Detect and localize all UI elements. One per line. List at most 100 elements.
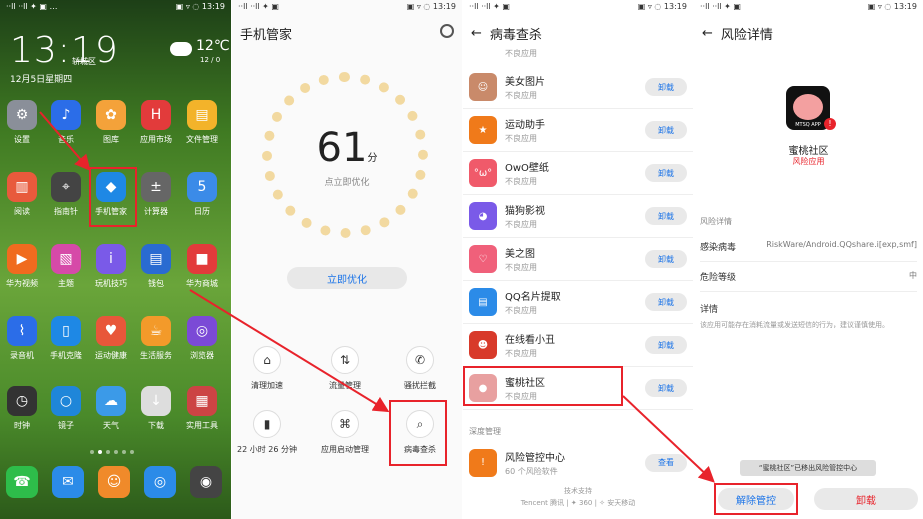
app-icon[interactable]: ○ 镜子 xyxy=(44,386,88,431)
app-icon[interactable]: H 应用市场 xyxy=(134,100,178,145)
app-glyph-icon: ▶ xyxy=(7,244,37,274)
dock-glyph-icon: ☺ xyxy=(98,466,130,498)
dock-app-icon[interactable]: ◉ xyxy=(184,466,228,498)
virus-app-row[interactable]: ▤ QQ名片提取 不良应用 卸载 xyxy=(463,281,693,324)
tool-item[interactable]: ▮ 22 小时 26 分钟 xyxy=(237,410,297,455)
app-label: 日历 xyxy=(194,207,210,216)
app-glyph-icon: ◷ xyxy=(7,386,37,416)
app-desc: 不良应用 xyxy=(505,306,537,315)
virus-value: RiskWare/Android.QQshare.i[exp,smf] xyxy=(766,240,917,249)
uninstall-button[interactable]: 卸载 xyxy=(645,207,687,225)
uninstall-button[interactable]: 卸载 xyxy=(645,293,687,311)
app-desc: 不良应用 xyxy=(505,263,537,272)
back-arrow-icon[interactable]: ← xyxy=(471,26,482,41)
virus-app-row[interactable]: ☻ 在线看小丑 不良应用 卸载 xyxy=(463,324,693,367)
app-icon[interactable]: ■ 华为商城 xyxy=(180,244,224,289)
app-icon[interactable]: ⚙ 设置 xyxy=(0,100,44,145)
detail-text: 该应用可能存在消耗流量或发送短信的行为，建议谨慎使用。 xyxy=(700,321,889,329)
dock-app-icon[interactable]: ☎ xyxy=(0,466,44,498)
clock-widget[interactable]: 13:19 xyxy=(10,30,119,71)
app-icon[interactable]: ± 计算器 xyxy=(134,172,178,217)
status-right: ▣ ▿ ◌ 13:19 xyxy=(406,2,456,11)
app-icon[interactable]: ☕ 生活服务 xyxy=(134,316,178,361)
tool-item[interactable]: ⇅ 流量管理 xyxy=(315,346,375,391)
app-icon[interactable]: ↓ 下载 xyxy=(134,386,178,431)
status-bar: ··ll ··ll ✦ ▣ … ▣ ▿ ◌ 13:19 xyxy=(0,0,231,14)
app-icon[interactable]: i 玩机技巧 xyxy=(89,244,133,289)
app-icon[interactable]: ▯ 手机克隆 xyxy=(44,316,88,361)
app-icon[interactable]: ⌇ 录音机 xyxy=(0,316,44,361)
tool-item[interactable]: ✆ 骚扰拦截 xyxy=(390,346,450,391)
tool-label: 流量管理 xyxy=(329,381,361,390)
app-icon[interactable]: ▤ 文件管理 xyxy=(180,100,224,145)
peach-icon xyxy=(793,94,823,120)
app-glyph-icon: ○ xyxy=(51,386,81,416)
uninstall-button[interactable]: 卸载 xyxy=(645,121,687,139)
app-label: 文件管理 xyxy=(186,135,218,144)
alert-badge-icon: ! xyxy=(824,118,836,130)
uninstall-button[interactable]: 卸载 xyxy=(645,250,687,268)
detail-label: 详情 xyxy=(700,305,719,315)
app-name: 美女图片 xyxy=(505,77,545,88)
app-icon[interactable]: ♥ 运动健康 xyxy=(89,316,133,361)
uninstall-button[interactable]: 卸载 xyxy=(645,164,687,182)
app-glyph-icon: ☕ xyxy=(141,316,171,346)
app-icon[interactable]: ▦ 实用工具 xyxy=(180,386,224,431)
virus-app-row[interactable]: ◕ 猫狗影视 不良应用 卸载 xyxy=(463,195,693,238)
uninstall-button[interactable]: 卸载 xyxy=(814,488,918,510)
uninstall-button[interactable]: 卸载 xyxy=(645,379,687,397)
tool-icon: ✆ xyxy=(406,346,434,374)
risk-center-row[interactable]: ! 风险管控中心 60 个风险软件 查看 xyxy=(463,441,693,484)
warning-icon: ! xyxy=(469,448,497,477)
virus-app-row[interactable]: ☺ 美女图片 不良应用 卸载 xyxy=(463,66,693,109)
app-glyph-icon: ◎ xyxy=(187,316,217,346)
app-label: 玩机技巧 xyxy=(95,279,127,288)
virus-app-row[interactable]: °ω° OwO壁纸 不良应用 卸载 xyxy=(463,152,693,195)
highlight-box xyxy=(389,400,447,466)
app-icon[interactable]: ✿ 图库 xyxy=(89,100,133,145)
status-right: ▣ ▿ ◌ 13:19 xyxy=(175,2,225,11)
app-icon[interactable]: ⌖ 指南针 xyxy=(44,172,88,217)
app-icon[interactable]: ▥ 阅读 xyxy=(0,172,44,217)
app-icon[interactable]: 5 日历 xyxy=(180,172,224,217)
app-icon[interactable]: ◎ 浏览器 xyxy=(180,316,224,361)
app-icon[interactable]: ◷ 时钟 xyxy=(0,386,44,431)
tool-item[interactable]: ⌘ 应用启动管理 xyxy=(315,410,375,455)
virus-app-row[interactable]: ♡ 美之图不良应用 卸载 xyxy=(463,238,693,281)
dock-app-icon[interactable]: ☺ xyxy=(92,466,136,498)
uninstall-button[interactable]: 卸载 xyxy=(645,78,687,96)
optimize-button[interactable]: 立即优化 xyxy=(287,267,407,289)
uninstall-button[interactable]: 卸载 xyxy=(645,336,687,354)
app-label: 下载 xyxy=(148,421,164,430)
app-icon[interactable]: ♪ 音乐 xyxy=(44,100,88,145)
app-desc: 不良应用 xyxy=(505,220,537,229)
gear-icon[interactable] xyxy=(440,24,454,38)
status-left: ··ll ··ll ✦ ▣ xyxy=(469,2,510,11)
app-glyph-icon: ♪ xyxy=(51,100,81,130)
app-icon[interactable]: ▶ 华为视频 xyxy=(0,244,44,289)
dock-app-icon[interactable]: ✉ xyxy=(46,466,90,498)
virus-app-row[interactable]: ★ 运动助手 不良应用 卸载 xyxy=(463,109,693,152)
temperature-range: 12 / 0 xyxy=(200,56,221,64)
tool-item[interactable]: ⌂ 清理加速 xyxy=(237,346,297,391)
back-arrow-icon[interactable]: ← xyxy=(702,26,713,41)
dock-app-icon[interactable]: ◎ xyxy=(138,466,182,498)
tool-label: 22 小时 26 分钟 xyxy=(237,445,297,454)
status-left: ··ll ··ll ✦ ▣ xyxy=(700,2,741,11)
status-left: ··ll ··ll ✦ ▣ xyxy=(238,2,279,11)
status-bar: ··ll ··ll ✦ ▣ ▣ ▿ ◌ 13:19 xyxy=(232,0,462,14)
view-button[interactable]: 查看 xyxy=(645,453,687,472)
app-icon[interactable]: ▧ 主题 xyxy=(44,244,88,289)
highlight-box xyxy=(89,167,137,227)
virus-label: 感染病毒 xyxy=(700,243,737,253)
app-glyph-icon: ▦ xyxy=(187,386,217,416)
app-glyph-icon: ☁ xyxy=(96,386,126,416)
app-name: 美之图 xyxy=(505,249,535,260)
score-display[interactable]: 61分 xyxy=(232,125,462,171)
tech-support-label: 技术支持 xyxy=(564,487,592,495)
app-icon[interactable]: ▤ 钱包 xyxy=(134,244,178,289)
app-icon: ♡ xyxy=(469,245,497,273)
dock-glyph-icon: ◉ xyxy=(190,466,222,498)
app-icon[interactable]: ☁ 天气 xyxy=(89,386,133,431)
risk-center-count: 60 个风险软件 xyxy=(505,466,558,476)
